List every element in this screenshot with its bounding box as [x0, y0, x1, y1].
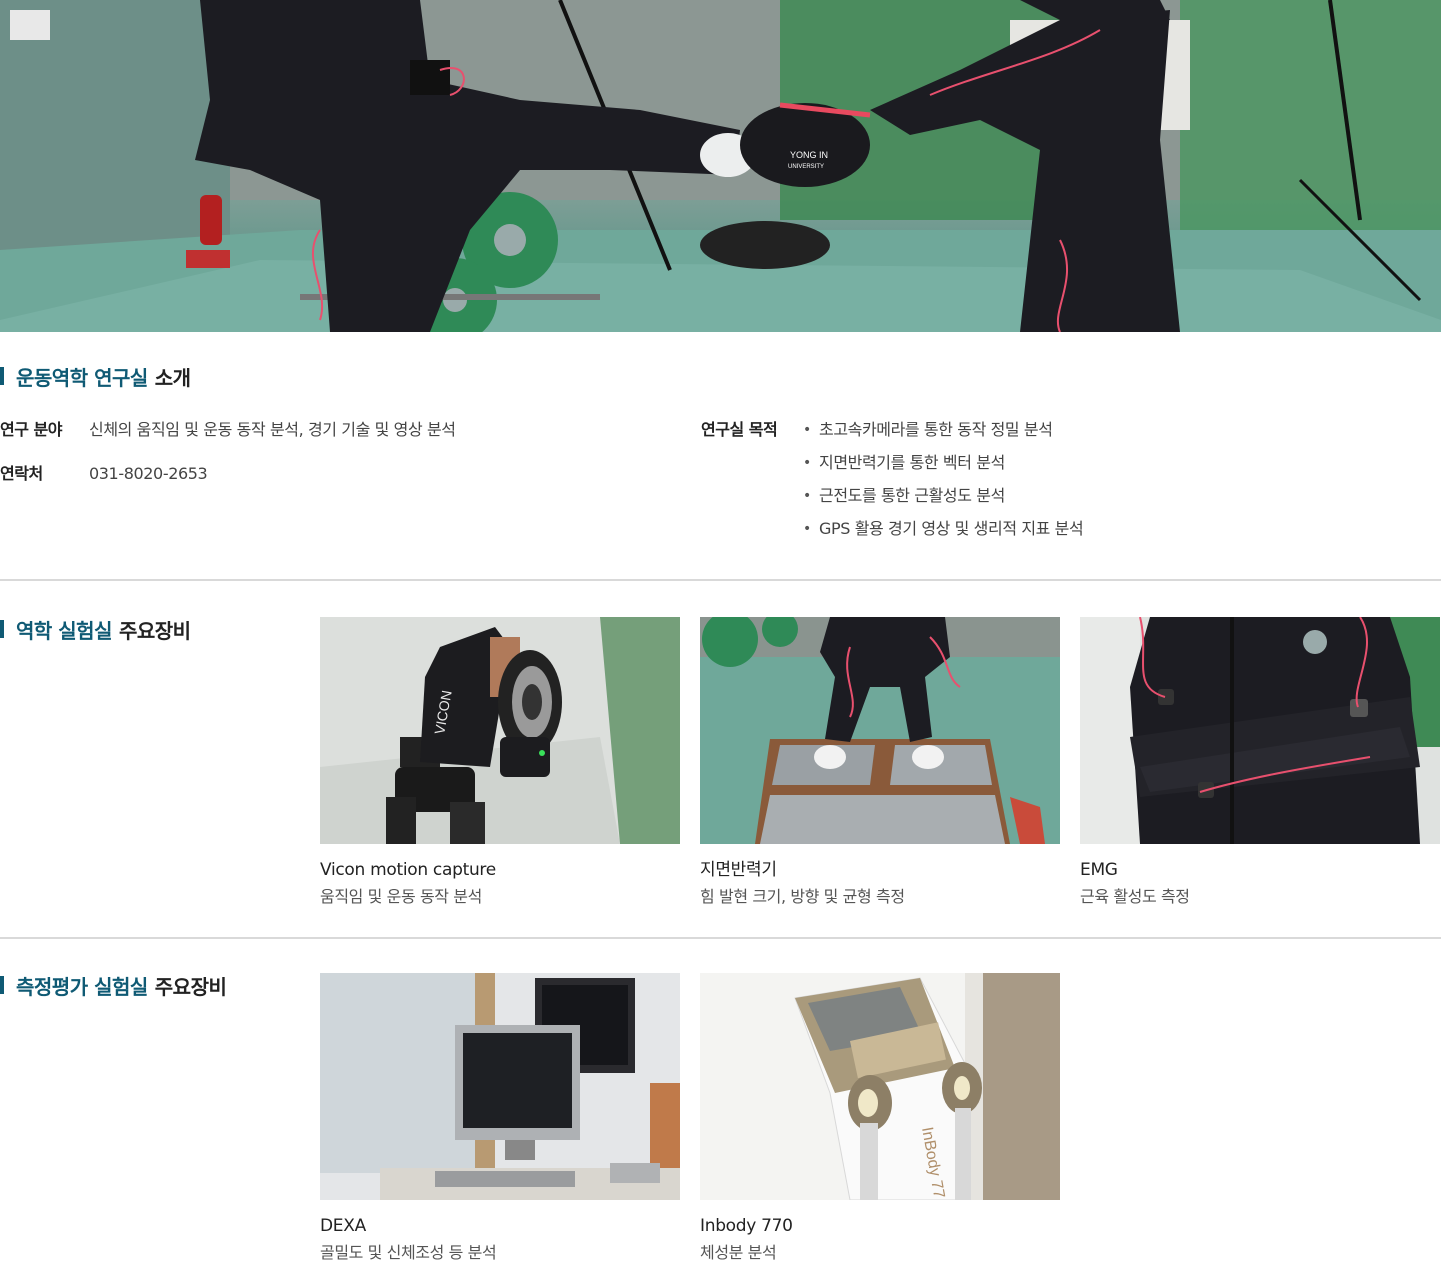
equipment-name: Vicon motion capture — [320, 860, 496, 880]
title-rest-text: 주요장비 — [118, 618, 191, 643]
equipment-desc: 힘 발현 크기, 방향 및 균형 측정 — [700, 887, 905, 906]
title-accent-text: 측정평가 실험실 — [16, 974, 148, 999]
section-divider — [0, 579, 1441, 581]
title-accent-text: 역학 실험실 — [16, 618, 112, 643]
emg-image — [1080, 617, 1440, 844]
info-lab-purpose: 연구실 목적 • 초고속카메라를 통한 동작 정밀 분석 • 지면반력기를 통한 벡… — [701, 420, 1084, 552]
force-plate-image — [700, 617, 1060, 844]
list-item: • 초고속카메라를 통한 동작 정밀 분석 — [803, 420, 1083, 453]
bullet-icon: • — [803, 488, 811, 504]
vicon-camera-image: VICON — [320, 617, 680, 844]
svg-text:UNIVERSITY: UNIVERSITY — [788, 164, 824, 170]
hero-photo: YONG IN UNIVERSITY — [0, 0, 1441, 332]
equipment-desc: 움직임 및 운동 동작 분석 — [320, 887, 482, 906]
title-accent-bar — [0, 976, 4, 994]
purpose-label: 연구실 목적 — [701, 420, 778, 439]
section-title-intro: 운동역학 연구실 소개 — [0, 364, 191, 390]
bullet-icon: • — [803, 422, 811, 438]
svg-text:YONG IN: YONG IN — [790, 150, 828, 160]
equipment-photo-vicon: VICON — [320, 617, 680, 844]
equipment-photo-emg — [1080, 617, 1440, 844]
section-title-measure-lab: 측정평가 실험실 주요장비 — [0, 973, 227, 999]
info-contact: 연락처 031-8020-2653 — [0, 464, 208, 484]
dexa-image — [320, 973, 680, 1200]
title-accent-bar — [0, 367, 4, 385]
contact-label: 연락처 — [0, 464, 43, 483]
info-research-field: 연구 분야 신체의 움직임 및 운동 동작 분석, 경기 기술 및 영상 분석 — [0, 420, 456, 440]
equipment-name: Inbody 770 — [700, 1216, 793, 1236]
equipment-desc: 근육 활성도 측정 — [1080, 887, 1190, 906]
section-title-biomech-lab: 역학 실험실 주요장비 — [0, 617, 191, 643]
research-field-value: 신체의 움직임 및 운동 동작 분석, 경기 기술 및 영상 분석 — [89, 420, 456, 439]
research-field-label: 연구 분야 — [0, 420, 62, 439]
title-rest-text: 소개 — [154, 365, 191, 390]
title-accent-bar — [0, 620, 4, 638]
equipment-photo-force-plate — [700, 617, 1060, 844]
bullet-icon: • — [803, 521, 811, 537]
equipment-desc: 골밀도 및 신체조성 등 분석 — [320, 1243, 497, 1262]
title-rest-text: 주요장비 — [154, 974, 227, 999]
equipment-photo-dexa — [320, 973, 680, 1200]
equipment-name: 지면반력기 — [700, 860, 777, 880]
title-accent-text: 운동역학 연구실 — [16, 365, 148, 390]
inbody-image: InBody 77 — [700, 973, 1060, 1200]
equipment-card-dexa: DEXA 골밀도 및 신체조성 등 분석 — [320, 973, 680, 1263]
equipment-desc: 체성분 분석 — [700, 1243, 777, 1262]
list-item: • 근전도를 통한 근활성도 분석 — [803, 486, 1083, 519]
list-item: • GPS 활용 경기 영상 및 생리적 지표 분석 — [803, 519, 1084, 552]
hero-illustration: YONG IN UNIVERSITY — [0, 0, 1441, 332]
contact-value: 031-8020-2653 — [89, 464, 208, 483]
list-item: • 지면반력기를 통한 벡터 분석 — [803, 453, 1083, 486]
equipment-name: EMG — [1080, 860, 1118, 880]
bullet-icon: • — [803, 455, 811, 471]
equipment-name: DEXA — [320, 1216, 366, 1236]
equipment-photo-inbody: InBody 77 — [700, 973, 1060, 1200]
equipment-card-force-plate: 지면반력기 힘 발현 크기, 방향 및 균형 측정 — [700, 617, 1060, 907]
equipment-card-inbody: InBody 77 Inbody 770 체성분 분석 — [700, 973, 1060, 1263]
purpose-list: • 초고속카메라를 통한 동작 정밀 분석 • 지면반력기를 통한 벡터 분석 • 근… — [803, 420, 1084, 552]
equipment-card-emg: EMG 근육 활성도 측정 — [1080, 617, 1440, 907]
equipment-card-vicon: VICON Vicon motion capture 움직임 및 운동 동작 분… — [320, 617, 680, 907]
section-divider — [0, 937, 1441, 939]
